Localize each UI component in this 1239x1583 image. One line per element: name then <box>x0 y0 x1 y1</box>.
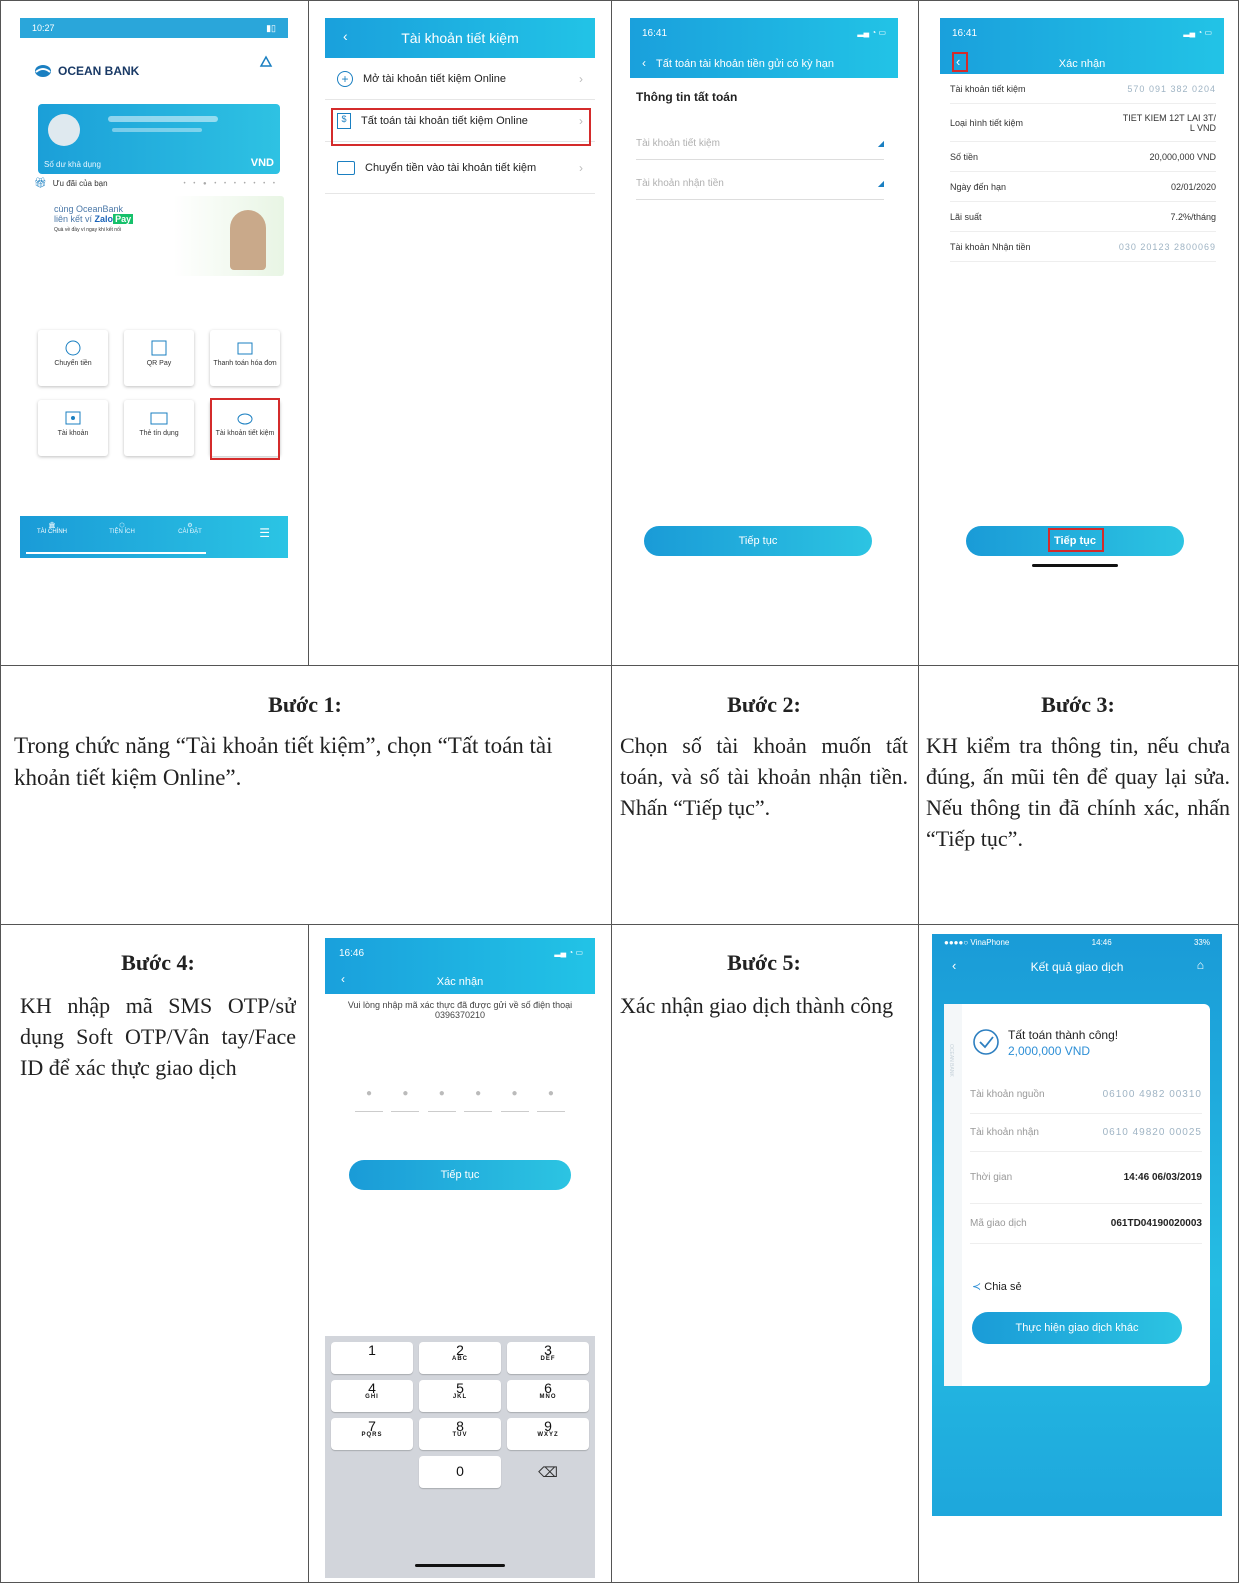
otp-prompt: Vui lòng nhập mã xác thực đã được gửi về… <box>347 1000 573 1020</box>
promo-label: Ưu đãi của bạn <box>52 179 108 188</box>
key-4[interactable]: 4 GHI <box>331 1380 413 1412</box>
balance-label: Số dư khả dụng <box>44 160 101 169</box>
row-time: Thời gian 14:46 06/03/2019 <box>970 1152 1202 1204</box>
nav-settings[interactable]: ⚙︎ CÀI ĐẶT <box>170 522 210 535</box>
screen-title: Tất toán tài khoản tiền gửi có kỳ hạn <box>656 58 834 70</box>
row-savings-type: Loại hình tiết kiệm TIET KIEM 12T LAI 3T/… <box>950 104 1216 142</box>
step-3-text: KH kiểm tra thông tin, nếu chưa đúng, ấn… <box>926 733 1230 851</box>
screenshot-home: 10:27 ▮▯ OCEAN BANK Số dư khả dụng VND 🎁… <box>20 18 288 558</box>
continue-button[interactable]: Tiếp tục <box>349 1160 571 1190</box>
success-message: Tất toán thành công! <box>1008 1028 1119 1042</box>
key-0[interactable]: 0 <box>419 1456 501 1488</box>
row-interest-rate: Lãi suất 7.2%/tháng <box>950 202 1216 232</box>
bell-icon[interactable] <box>258 54 274 70</box>
key-5[interactable]: 5 JKL <box>419 1380 501 1412</box>
continue-button[interactable]: Tiếp tục <box>644 526 872 556</box>
menu-open-savings[interactable]: + Mở tài khoản tiết kiệm Online › <box>325 58 595 100</box>
row-savings-account: Tài khoản tiết kiệm 57⁠0 0⁠91 3⁠82 0⁠204 <box>950 74 1216 104</box>
gift-icon: 🎁︎ <box>34 178 47 189</box>
signal-icon: ▂▄ ◔ ▭ <box>1183 28 1212 37</box>
row-due-date: Ngày đến hạn 02/01/2020 <box>950 172 1216 202</box>
success-amount: 2,000,000 VND <box>1008 1044 1091 1058</box>
highlight-back-arrow <box>952 52 968 72</box>
row-receiving-account: Tài khoản nhận 0610 49820 00025 <box>970 1114 1202 1152</box>
screenshot-settlement-form: 16:41 ▂▄ ◔ ▭ ‹ Tất toán tài khoản tiền g… <box>630 18 898 558</box>
carousel-dots[interactable]: • • ● • • • • • • • <box>183 181 278 187</box>
key-6[interactable]: 6 MNO <box>507 1380 589 1412</box>
tile-account[interactable]: Tài khoản <box>38 400 108 456</box>
row-receiving-account: Tài khoản Nhận tiền 030 20123 2800069 <box>950 232 1216 262</box>
savings-account-select[interactable]: Tài khoản tiết kiệm ◢ <box>636 128 884 160</box>
row-source-account: Tài khoản nguồn 06100 4982 00310 <box>970 1076 1202 1114</box>
screenshot-savings-menu: ‹ Tài khoản tiết kiệm + Mở tài khoản tiết… <box>325 18 595 230</box>
share-icon: ≺ <box>972 1281 982 1293</box>
menu-icon[interactable]: ☰ <box>259 526 270 540</box>
key-3[interactable]: 3 DEF <box>507 1342 589 1374</box>
step-5-title: Bước 5: <box>727 950 801 975</box>
screenshot-result: ●●●●○ VinaPhone 14:46 33% ‹ Kết quả giao… <box>932 934 1222 1516</box>
screen-title: Tài khoản tiết kiệm <box>401 30 519 46</box>
tile-qr-pay[interactable]: QR Pay <box>124 330 194 386</box>
card-icon <box>337 160 355 175</box>
step-3-title: Bước 3: <box>1041 692 1115 717</box>
dropdown-icon: ◢ <box>877 139 884 148</box>
receiving-account-select[interactable]: Tài khoản nhận tiền ◢ <box>636 168 884 200</box>
back-icon[interactable]: ‹ <box>642 56 646 70</box>
home-icon[interactable]: ⌂ <box>1197 958 1204 972</box>
instruction-table: 10:27 ▮▯ OCEAN BANK Số dư khả dụng VND 🎁… <box>0 0 1239 1583</box>
menu-transfer-to-savings[interactable]: Chuyển tiền vào tài khoản tiết kiệm › <box>325 142 595 194</box>
step-5-text: Xác nhận giao dịch thành công <box>620 993 894 1018</box>
key-2[interactable]: 2 ABC <box>419 1342 501 1374</box>
backspace-icon[interactable]: ⌫ <box>507 1456 589 1488</box>
dropdown-icon: ◢ <box>877 179 884 188</box>
share-button[interactable]: ≺ Chia sẻ <box>972 1280 1022 1293</box>
section-title: Thông tin tất toán <box>636 90 738 104</box>
balance-currency: VND <box>250 157 274 169</box>
highlight-continue <box>1048 528 1104 552</box>
highlight-close-savings <box>331 108 591 146</box>
key-7[interactable]: 7 PQRS <box>331 1418 413 1450</box>
step-4-text: KH nhập mã SMS OTP/sử dụng Soft OTP/Vân … <box>20 993 296 1080</box>
bottom-nav: 🏛︎ TÀI CHÍNH ⬡ TIỆN ÍCH ⚙︎ CÀI ĐẶT ☰ <box>20 516 288 558</box>
step-1-title: Bước 1: <box>268 692 342 717</box>
step-4-title: Bước 4: <box>121 950 195 975</box>
new-transaction-button[interactable]: Thực hiện giao dịch khác <box>972 1312 1182 1344</box>
plus-icon: + <box>337 70 353 87</box>
screenshot-confirm: 16:41 ▂▄ ◔ ▭ ‹ Xác nhận Tài khoản tiết k… <box>940 18 1224 578</box>
check-circle-icon <box>973 1029 999 1055</box>
tile-credit-card[interactable]: Thẻ tín dụng <box>124 400 194 456</box>
brand-logo: OCEAN BANK <box>34 64 139 78</box>
key-1[interactable]: 1 <box>331 1342 413 1374</box>
row-amount: Số tiền 20,000,000 VND <box>950 142 1216 172</box>
promo-banner[interactable]: cùng OceanBank liên kết ví Zalo Pay Quà v… <box>38 196 284 276</box>
key-9[interactable]: 9 WXYZ <box>507 1418 589 1450</box>
screen-title: Xác nhận <box>436 976 484 988</box>
highlight-savings-tile <box>210 398 280 460</box>
numeric-keypad: 1 2 ABC 3 DEF 4 GHI 5 JKL 6 MNO 7 PQRS 8 TUV 9W… <box>325 1336 595 1578</box>
row-transaction-id: Mã giao dịch 061TD04190020003 <box>970 1204 1202 1244</box>
side-watermark: OCEAN BANK <box>944 1004 962 1386</box>
nav-utilities[interactable]: ⬡ TIỆN ÍCH <box>102 522 142 535</box>
tile-bill-payment[interactable]: Thanh toán hóa đơn <box>210 330 280 386</box>
tile-transfer[interactable]: Chuyển tiền <box>38 330 108 386</box>
account-card[interactable]: Số dư khả dụng VND <box>38 104 280 174</box>
step-2-text: Chọn số tài khoản muốn tất toán, và số t… <box>620 733 908 820</box>
screen-title: Xác nhận <box>1058 58 1106 70</box>
signal-icon: ▂▄ ◔ ▭ <box>857 28 886 37</box>
status-bar: 10:27 ▮▯ <box>20 18 288 38</box>
screenshot-otp: 16:46 ▂▄ ◔ ▭ ‹ Xác nhận Vui lòng nhập mã… <box>325 938 595 1578</box>
result-card: OCEAN BANK Tất toán thành công! 2,000,00… <box>944 1004 1210 1386</box>
signal-icon: ▂▄ ◔ ▭ <box>554 948 583 957</box>
otp-input[interactable]: ● ● ● ● ● ● <box>355 1088 565 1112</box>
battery-icon: ▮▯ <box>266 22 276 33</box>
screen-title: Kết quả giao dịch <box>1030 960 1124 974</box>
nav-finance[interactable]: 🏛︎ TÀI CHÍNH <box>32 522 72 535</box>
step-2-title: Bước 2: <box>727 692 801 717</box>
avatar <box>48 114 80 146</box>
status-time: 10:27 <box>32 23 55 33</box>
key-8[interactable]: 8 TUV <box>419 1418 501 1450</box>
step-1-text: Trong chức năng “Tài khoản tiết kiệm”, c… <box>14 733 553 790</box>
